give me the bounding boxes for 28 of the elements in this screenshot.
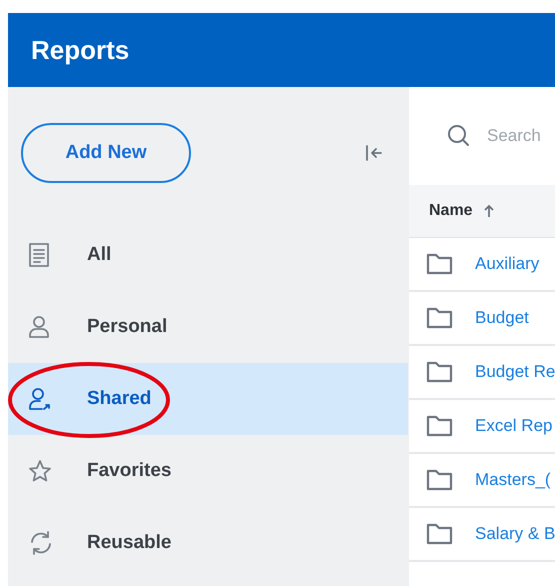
sidebar-item[interactable]: Shared <box>8 363 408 435</box>
collapse-sidebar-icon[interactable] <box>364 143 384 163</box>
shared-person-icon <box>28 387 52 411</box>
folder-icon <box>426 469 453 491</box>
search-icon <box>447 124 471 148</box>
column-header[interactable]: Name <box>429 199 473 223</box>
sidebar-item[interactable]: All <box>8 219 408 291</box>
page-title: Reports <box>31 34 130 66</box>
add-new-button[interactable]: Add New <box>21 123 191 183</box>
folder-icon <box>426 523 453 545</box>
refresh-icon <box>28 531 54 555</box>
search-field[interactable]: Search <box>487 123 555 149</box>
document-icon <box>28 242 50 268</box>
folder-name[interactable]: Salary & B <box>475 521 555 547</box>
folder-name[interactable]: Masters_( <box>475 467 551 493</box>
folder-icon <box>426 307 453 329</box>
sidebar-item[interactable]: Personal <box>8 291 408 363</box>
folder-icon <box>426 253 453 275</box>
star-icon <box>28 459 52 483</box>
folder-icon <box>426 361 453 383</box>
sidebar-item[interactable]: Reusable <box>8 507 408 579</box>
folder-icon <box>426 415 453 437</box>
person-icon <box>28 315 50 339</box>
folder-name[interactable]: Budget Re <box>475 359 555 385</box>
folder-name[interactable]: Budget <box>475 305 529 331</box>
folder-name[interactable]: Auxiliary <box>475 251 540 277</box>
folder-name[interactable]: Excel Rep <box>475 413 552 439</box>
sidebar-item[interactable]: Favorites <box>8 435 408 507</box>
